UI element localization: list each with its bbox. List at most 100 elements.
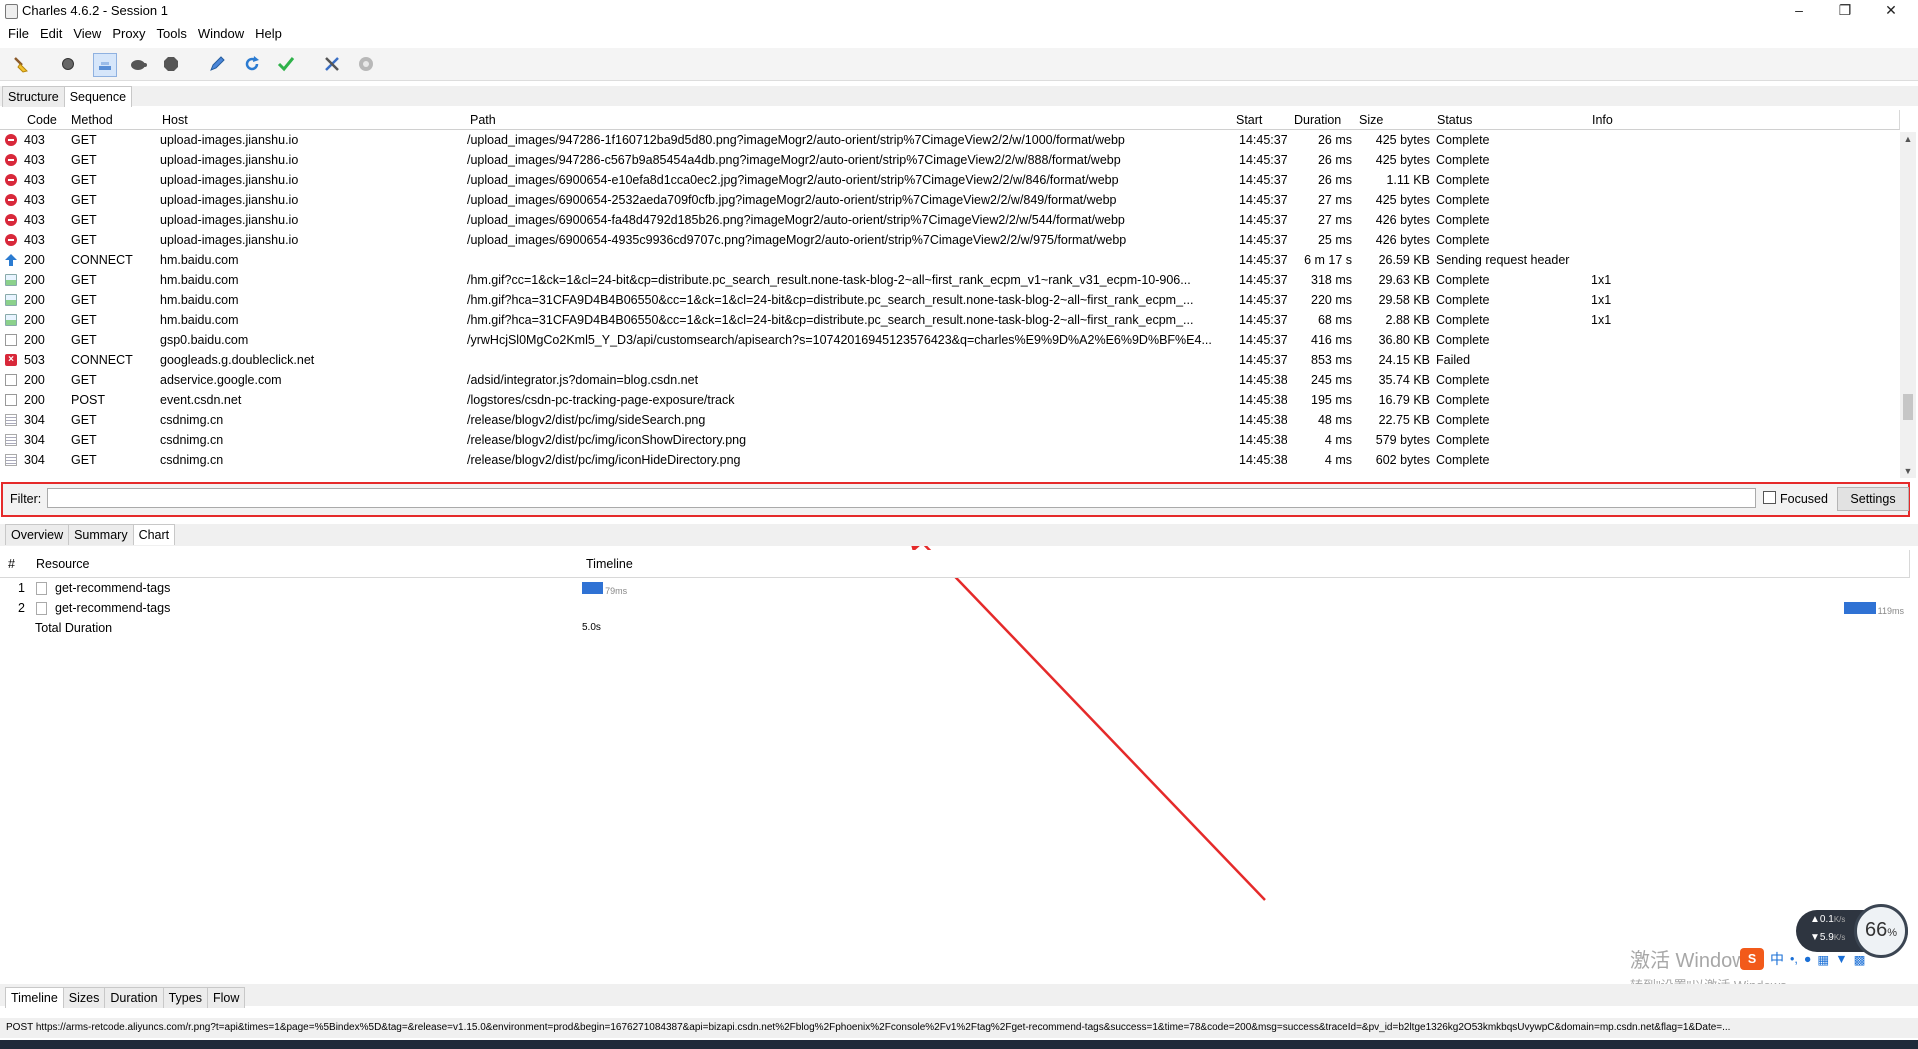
request-row[interactable]: 304 GET csdnimg.cn/release/blogv2/dist/pc/…: [0, 430, 1900, 450]
focused-checkbox[interactable]: [1763, 491, 1776, 504]
request-row[interactable]: 200 GET hm.baidu.com/hm.gif?cc=1&ck=1&cl=2…: [0, 270, 1900, 290]
scrollbar-thumb[interactable]: [1903, 394, 1913, 420]
chart-row[interactable]: 2 get-recommend-tags 119ms: [0, 598, 1910, 618]
maximize-button[interactable]: ❐: [1822, 0, 1868, 22]
forbidden-status-icon: [5, 194, 17, 206]
column-header-code[interactable]: Code: [21, 110, 66, 130]
stop-icon[interactable]: [161, 54, 181, 74]
keyboard-icon[interactable]: ▦: [1817, 952, 1829, 967]
column-header-info[interactable]: Info: [1586, 110, 1900, 130]
cell-method: GET: [71, 333, 97, 347]
request-row[interactable]: 403 GET upload-images.jianshu.io/upload_im…: [0, 130, 1900, 150]
record-icon[interactable]: [58, 54, 78, 74]
request-row[interactable]: 200 GET hm.baidu.com/hm.gif?hca=31CFA9D4B4…: [0, 290, 1900, 310]
throttle-icon[interactable]: [93, 53, 117, 77]
broom-icon[interactable]: [11, 54, 31, 74]
request-row[interactable]: 200 GET hm.baidu.com/hm.gif?hca=31CFA9D4B4…: [0, 310, 1900, 330]
cell-code: 200: [24, 253, 45, 267]
skin-icon[interactable]: ▼: [1835, 952, 1847, 966]
tab-chart[interactable]: Chart: [132, 524, 176, 545]
tab-timeline[interactable]: Timeline: [5, 987, 64, 1008]
request-row[interactable]: 200 GET adservice.google.com/adsid/integra…: [0, 370, 1900, 390]
ime-punctuation-icon[interactable]: •,: [1790, 952, 1798, 966]
column-header-duration[interactable]: Duration: [1288, 110, 1354, 130]
cell-status: Complete: [1436, 133, 1490, 147]
request-row[interactable]: 304 GET csdnimg.cn/release/blogv2/dist/pc/…: [0, 410, 1900, 430]
request-row[interactable]: 403 GET upload-images.jianshu.io/upload_im…: [0, 230, 1900, 250]
column-header-method[interactable]: Method: [65, 110, 157, 130]
cell-start: 14:45:37: [1239, 173, 1287, 187]
cell-path: /upload_images/947286-c567b9a85454a4db.p…: [467, 153, 1121, 167]
turtle-icon[interactable]: [128, 54, 148, 74]
cell-method: GET: [71, 313, 97, 327]
cell-start: 14:45:37: [1239, 353, 1287, 367]
cell-host: upload-images.jianshu.io: [160, 233, 299, 247]
tools-icon[interactable]: [322, 54, 342, 74]
menu-file[interactable]: File: [8, 24, 29, 44]
tab-summary[interactable]: Summary: [68, 524, 134, 545]
request-row[interactable]: 200 GET gsp0.baidu.com/yrwHcjSl0MgCo2Kml5_…: [0, 330, 1900, 350]
column-header-start[interactable]: Start: [1230, 110, 1289, 130]
cell-info: [1591, 430, 1891, 450]
column-header-path[interactable]: Path: [464, 110, 1231, 130]
cell-path: /adsid/integrator.js?domain=blog.csdn.ne…: [467, 373, 699, 387]
cell-path: /hm.gif?hca=31CFA9D4B4B06550&cc=1&ck=1&c…: [467, 313, 1194, 327]
settings-button[interactable]: Settings: [1837, 487, 1909, 511]
ime-language-icon[interactable]: 中: [1770, 949, 1784, 969]
cell-method: GET: [71, 453, 97, 467]
column-header-status[interactable]: Status: [1431, 110, 1587, 130]
pen-icon[interactable]: [207, 54, 227, 74]
request-row[interactable]: 403 GET upload-images.jianshu.io/upload_im…: [0, 190, 1900, 210]
menu-tools[interactable]: Tools: [157, 24, 187, 44]
request-row[interactable]: 200 POST event.csdn.net/logstores/csdn-pc-…: [0, 390, 1900, 410]
menu-window[interactable]: Window: [198, 24, 244, 44]
close-button[interactable]: ✕: [1868, 0, 1914, 22]
request-row[interactable]: 403 GET upload-images.jianshu.io/upload_im…: [0, 210, 1900, 230]
cell-status: Complete: [1436, 373, 1490, 387]
cell-duration: 416 ms: [1311, 333, 1352, 347]
tab-sizes[interactable]: Sizes: [62, 987, 106, 1008]
tab-duration[interactable]: Duration: [104, 987, 164, 1008]
timeline-bar: [582, 582, 604, 594]
request-row[interactable]: 403 GET upload-images.jianshu.io/upload_im…: [0, 170, 1900, 190]
document-icon: [36, 602, 47, 615]
menu-proxy[interactable]: Proxy: [112, 24, 145, 44]
cell-path: /release/blogv2/dist/pc/img/iconHideDire…: [467, 453, 741, 467]
chart-row[interactable]: 1 get-recommend-tags 79ms: [0, 578, 1910, 598]
tab-sequence[interactable]: Sequence: [63, 86, 133, 107]
column-header-host[interactable]: Host: [156, 110, 465, 130]
chart-row-resource: get-recommend-tags: [55, 581, 171, 595]
request-row[interactable]: 403 GET upload-images.jianshu.io/upload_im…: [0, 150, 1900, 170]
menu-view[interactable]: View: [73, 24, 101, 44]
check-icon[interactable]: [276, 54, 296, 74]
cell-info: [1591, 370, 1891, 390]
column-header-size[interactable]: Size: [1353, 110, 1432, 130]
tab-flow[interactable]: Flow: [206, 987, 246, 1008]
menu-edit[interactable]: Edit: [40, 24, 62, 44]
cell-size: 1.11 KB: [1386, 173, 1430, 187]
tab-overview[interactable]: Overview: [5, 524, 70, 545]
cell-start: 14:45:37: [1239, 333, 1287, 347]
total-duration-row: Total Duration 5.0s: [0, 618, 1910, 638]
menu-grid-icon[interactable]: ▩: [1854, 952, 1866, 967]
gear-icon[interactable]: [356, 54, 376, 74]
request-row[interactable]: 304 GET csdnimg.cn/release/blogv2/dist/pc/…: [0, 450, 1900, 470]
filter-input[interactable]: [47, 488, 1756, 508]
request-row[interactable]: × 503 CONNECT googleads.g.doubleclick.net 14…: [0, 350, 1900, 370]
minimize-button[interactable]: –: [1776, 0, 1822, 22]
cell-host: upload-images.jianshu.io: [160, 153, 299, 167]
cell-duration: 48 ms: [1317, 413, 1352, 427]
tab-types[interactable]: Types: [162, 987, 208, 1008]
microphone-icon[interactable]: ●: [1804, 952, 1812, 966]
cell-info: [1591, 190, 1891, 210]
request-row[interactable]: 200 CONNECT hm.baidu.com 14:45:37 6 m 17 s 26…: [0, 250, 1900, 270]
cell-size: 26.59 KB: [1378, 253, 1430, 267]
request-table-scrollbar[interactable]: ▲ ▼: [1900, 132, 1916, 478]
menu-help[interactable]: Help: [255, 24, 282, 44]
sogou-ime-icon[interactable]: S: [1740, 948, 1764, 970]
refresh-icon[interactable]: [242, 54, 262, 74]
scroll-down-icon[interactable]: ▼: [1900, 464, 1916, 478]
cell-status: Complete: [1436, 453, 1490, 467]
tab-structure[interactable]: Structure: [2, 86, 65, 107]
scroll-up-icon[interactable]: ▲: [1900, 132, 1916, 146]
